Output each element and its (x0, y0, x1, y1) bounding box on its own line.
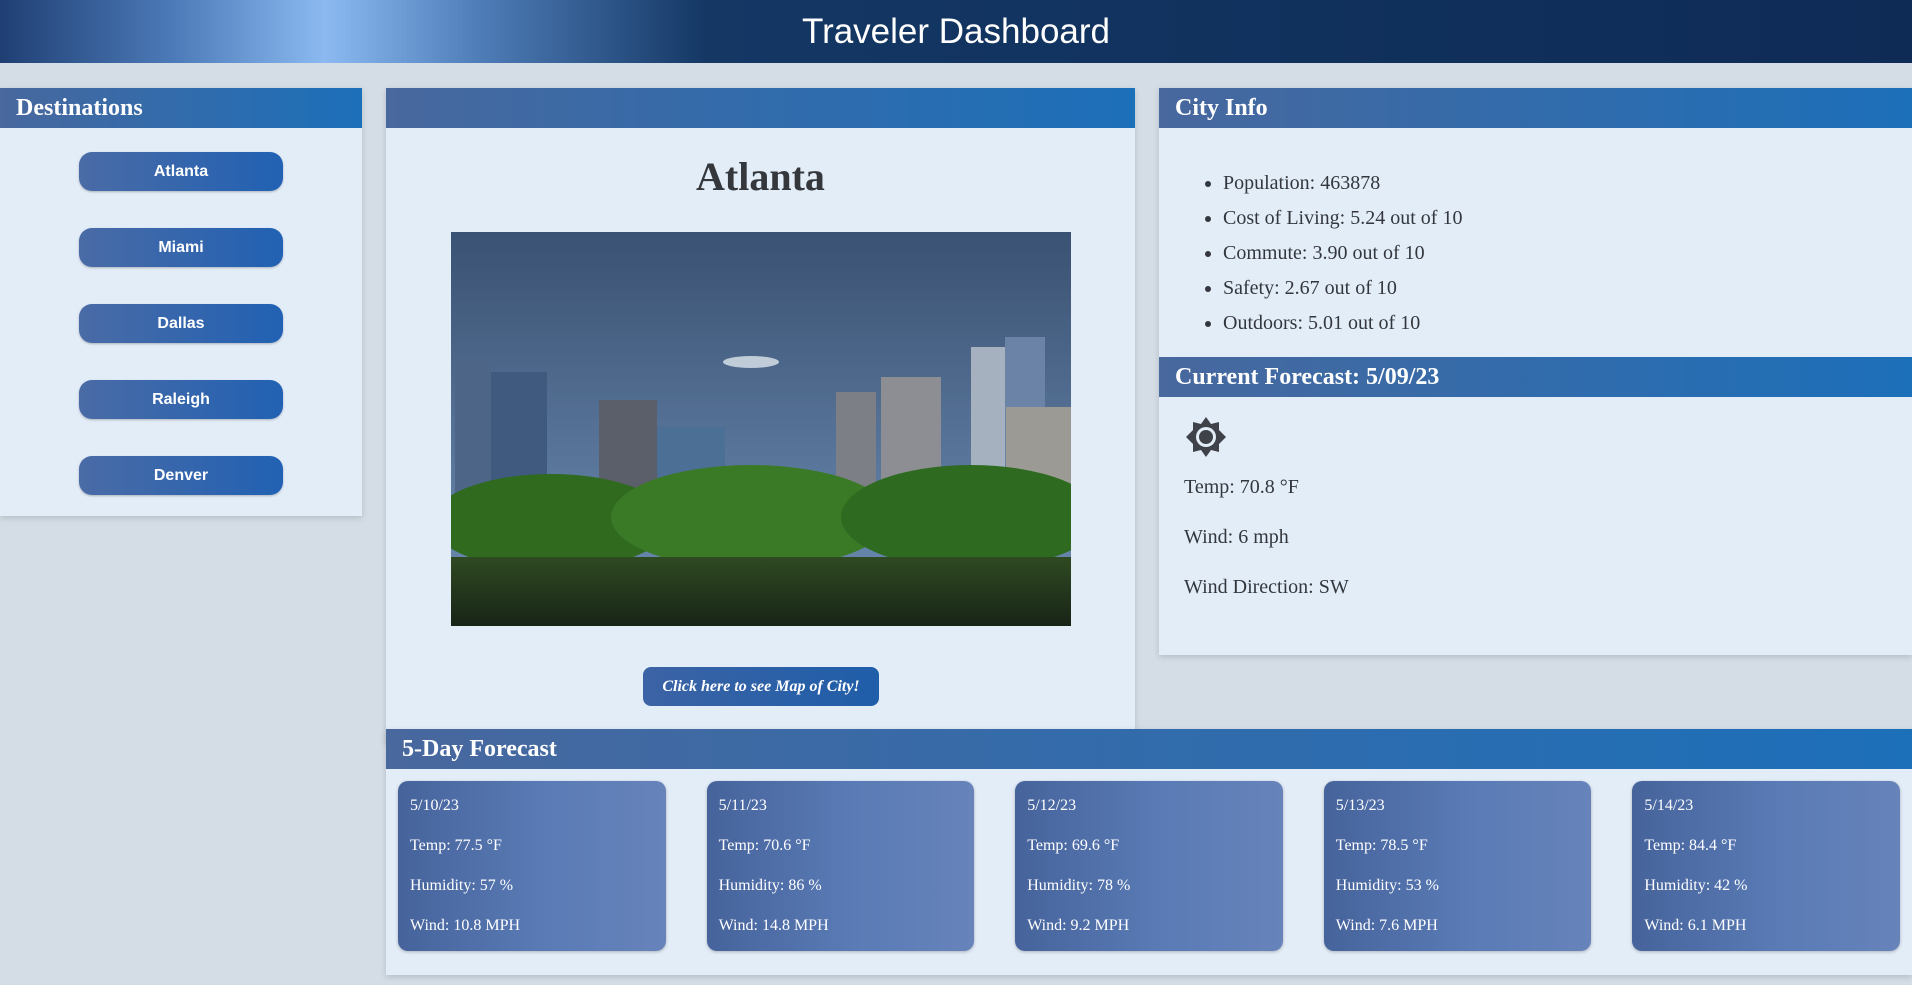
forecast-humidity: Humidity: 86 % (718, 877, 822, 894)
stat-safety: Safety: 2.67 out of 10 (1223, 271, 1912, 306)
forecast-temp: Temp: 77.5 °F (410, 837, 502, 854)
forecast-temp: Temp: 70.6 °F (718, 837, 811, 854)
destination-button-miami[interactable]: Miami (79, 228, 283, 267)
forecast-date: 5/13/23 (1335, 797, 1385, 814)
forecast-card: 5/13/23 Temp: 78.5 °F Humidity: 53 % Win… (1323, 781, 1592, 951)
destination-button-dallas[interactable]: Dallas (79, 304, 283, 343)
five-day-title: 5-Day Forecast (386, 729, 1912, 769)
forecast-date: 5/12/23 (1027, 797, 1077, 814)
forecast-temp: Temp: 78.5 °F (1335, 837, 1428, 854)
sun-icon (1186, 417, 1226, 457)
forecast-wind: Wind: 14.8 MPH (718, 917, 829, 934)
forecast-card: 5/11/23 Temp: 70.6 °F Humidity: 86 % Win… (706, 781, 975, 951)
five-day-forecast-panel: 5-Day Forecast 5/10/23 Temp: 77.5 °F Hum… (386, 729, 1912, 975)
forecast-card: 5/10/23 Temp: 77.5 °F Humidity: 57 % Win… (398, 781, 666, 951)
see-map-button[interactable]: Click here to see Map of City! (643, 667, 879, 706)
forecast-wind: Wind: 10.8 MPH (410, 917, 521, 934)
destination-button-atlanta[interactable]: Atlanta (79, 152, 283, 191)
destinations-list: Atlanta Miami Dallas Raleigh Denver (0, 128, 362, 495)
forecast-humidity: Humidity: 42 % (1644, 877, 1748, 894)
forecast-temp: Temp: 69.6 °F (1027, 837, 1120, 854)
forecast-temp: Temp: 84.4 °F (1644, 837, 1737, 854)
destinations-panel: Destinations Atlanta Miami Dallas Raleig… (0, 88, 362, 516)
city-info-title: City Info (1159, 88, 1912, 128)
current-forecast-title: Current Forecast: 5/09/23 (1159, 357, 1912, 397)
forecast-wind: Wind: 6.1 MPH (1644, 917, 1747, 934)
forecast-card: 5/12/23 Temp: 69.6 °F Humidity: 78 % Win… (1015, 781, 1283, 951)
forecast-date: 5/10/23 (410, 797, 459, 814)
current-forecast-body: Temp: 70.8 °F Wind: 6 mph Wind Direction… (1159, 397, 1912, 643)
city-panel: Atlanta Click here to see Map of City! (386, 88, 1135, 743)
city-panel-header (386, 88, 1135, 128)
stat-commute: Commute: 3.90 out of 10 (1223, 236, 1912, 271)
city-skyline-photo (451, 232, 1071, 626)
forecast-date: 5/11/23 (718, 797, 767, 814)
top-header-bar: Traveler Dashboard (0, 0, 1912, 63)
skyline-image (451, 232, 1071, 626)
forecast-wind: Wind: 9.2 MPH (1027, 917, 1130, 934)
forecast-cards: 5/10/23 Temp: 77.5 °F Humidity: 57 % Win… (386, 769, 1912, 951)
current-wind-direction: Wind Direction: SW (1184, 576, 1349, 598)
destinations-title: Destinations (0, 88, 362, 128)
forecast-wind: Wind: 7.6 MPH (1335, 917, 1438, 934)
current-temp: Temp: 70.8 °F (1184, 476, 1299, 498)
forecast-humidity: Humidity: 53 % (1335, 877, 1439, 894)
stat-cost-of-living: Cost of Living: 5.24 out of 10 (1223, 201, 1912, 236)
stat-outdoors: Outdoors: 5.01 out of 10 (1223, 306, 1912, 341)
city-name: Atlanta (696, 154, 825, 199)
page-title: Traveler Dashboard (801, 12, 1110, 51)
forecast-humidity: Humidity: 78 % (1027, 877, 1131, 894)
forecast-date: 5/14/23 (1644, 797, 1694, 814)
stat-population: Population: 463878 (1223, 166, 1912, 201)
city-info-panel: City Info Population: 463878 Cost of Liv… (1159, 88, 1912, 655)
destination-button-raleigh[interactable]: Raleigh (79, 380, 283, 419)
forecast-card: 5/14/23 Temp: 84.4 °F Humidity: 42 % Win… (1632, 781, 1900, 951)
current-wind: Wind: 6 mph (1184, 526, 1289, 548)
forecast-humidity: Humidity: 57 % (410, 877, 514, 894)
city-stats-list: Population: 463878 Cost of Living: 5.24 … (1159, 166, 1912, 341)
destination-button-denver[interactable]: Denver (79, 456, 283, 495)
